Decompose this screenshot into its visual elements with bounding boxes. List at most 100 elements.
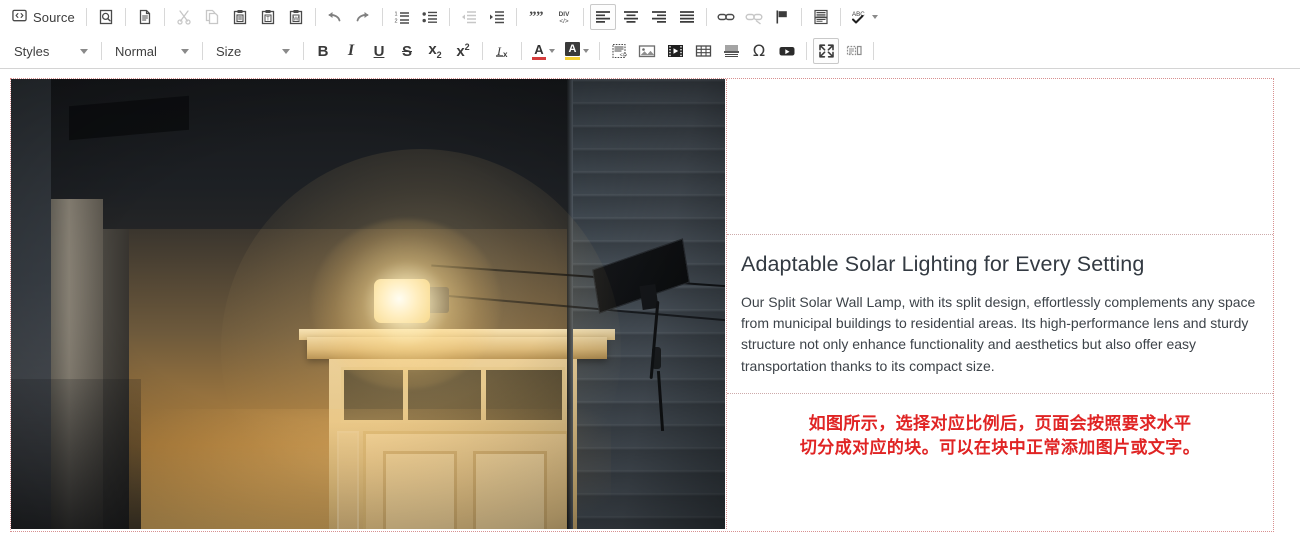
align-right-button[interactable]: [646, 4, 672, 30]
styles-dropdown[interactable]: Styles: [6, 38, 94, 64]
horizontal-rule-button[interactable]: [718, 38, 744, 64]
horizontal-rule-icon: [723, 43, 740, 59]
chevron-down-icon: [583, 49, 589, 53]
left-image-block[interactable]: [11, 79, 727, 529]
text-color-icon: A: [532, 43, 546, 60]
toolbar-separator: [101, 42, 102, 60]
unlink-icon: [745, 9, 763, 25]
page-break-icon: [813, 9, 829, 25]
quote-icon: ””: [528, 9, 544, 25]
numbered-list-icon: 12: [394, 9, 410, 25]
block-heading: Adaptable Solar Lighting for Every Setti…: [741, 252, 1145, 276]
toolbar-separator: [705, 8, 707, 26]
undo-button[interactable]: [322, 4, 348, 30]
strikethrough-button[interactable]: S: [394, 38, 420, 64]
toolbar-separator: [515, 8, 517, 26]
anchor-button[interactable]: [769, 4, 795, 30]
subscript-button[interactable]: x2: [422, 38, 448, 64]
underline-button[interactable]: U: [366, 38, 392, 64]
justify-button[interactable]: [674, 4, 700, 30]
copy-button[interactable]: [199, 4, 225, 30]
svg-text:DIV: DIV: [558, 11, 569, 18]
editor-content-area[interactable]: Adaptable Solar Lighting for Every Setti…: [0, 69, 1300, 548]
bulleted-list-button[interactable]: [417, 4, 443, 30]
red-note-line-1: 如图所示，选择对应比例后，页面会按照要求水平: [808, 413, 1192, 433]
insert-image-button[interactable]: [634, 38, 660, 64]
svg-text:”: ”: [536, 9, 544, 25]
right-text-column[interactable]: Adaptable Solar Lighting for Every Setti…: [727, 79, 1273, 531]
red-note-block[interactable]: 如图所示，选择对应比例后，页面会按照要求水平 切分成对应的块。可以在块中正常添加…: [727, 394, 1273, 531]
copy-icon: [204, 9, 220, 25]
chevron-down-icon: [181, 48, 189, 54]
editor-toolbar: Source T W 1 2 ” ” DIV </> ABC Styles No…: [0, 0, 1300, 69]
format-dropdown[interactable]: Normal: [107, 38, 195, 64]
blockquote-button[interactable]: ””: [523, 4, 549, 30]
insert-youtube-button[interactable]: [774, 38, 800, 64]
toolbar-separator: [800, 8, 802, 26]
unlink-button[interactable]: [741, 4, 767, 30]
insert-flash-button[interactable]: [662, 38, 688, 64]
source-button[interactable]: Source: [7, 4, 80, 30]
code-snippet-icon: </>: [611, 43, 627, 59]
red-note-line-2: 切分成对应的块。可以在块中正常添加图片或文字。: [799, 438, 1201, 458]
align-left-button[interactable]: [589, 4, 616, 30]
create-div-button[interactable]: DIV </>: [551, 4, 577, 30]
remove-format-icon: Ix: [494, 43, 511, 59]
toolbar-separator: [381, 8, 383, 26]
toolbar-separator: [521, 42, 522, 60]
paste-from-word-button[interactable]: W: [283, 4, 309, 30]
svg-text:T: T: [266, 16, 270, 22]
source-button-label: Source: [33, 9, 75, 25]
toolbar-row-1: Source T W 1 2 ” ” DIV </> ABC: [0, 0, 1300, 34]
indent-icon: [489, 9, 505, 25]
italic-button[interactable]: I: [338, 38, 364, 64]
background-color-button[interactable]: A: [561, 38, 593, 64]
toolbar-separator: [839, 8, 841, 26]
preview-button[interactable]: [93, 4, 119, 30]
block-paragraph: Our Split Solar Wall Lamp, with its spli…: [741, 293, 1256, 374]
empty-block[interactable]: [727, 79, 1273, 235]
templates-button[interactable]: [132, 4, 158, 30]
toolbar-separator: [873, 42, 874, 60]
toolbar-separator: [85, 8, 87, 26]
page-break-button[interactable]: [808, 4, 834, 30]
text-block[interactable]: Adaptable Solar Lighting for Every Setti…: [727, 235, 1273, 394]
cut-button[interactable]: [171, 4, 197, 30]
remove-format-button[interactable]: Ix: [489, 38, 515, 64]
paste-as-text-button[interactable]: T: [255, 4, 281, 30]
paste-button[interactable]: [227, 4, 253, 30]
link-icon: [717, 9, 735, 25]
toolbar-separator: [202, 42, 203, 60]
align-right-icon: [651, 9, 667, 25]
table-icon: [695, 43, 712, 59]
superscript-icon: x2: [456, 42, 470, 60]
redo-button[interactable]: [350, 4, 376, 30]
image-icon: [638, 43, 656, 59]
chevron-down-icon: [871, 15, 878, 19]
link-button[interactable]: [713, 4, 739, 30]
flag-icon: [774, 9, 790, 25]
special-character-button[interactable]: Ω: [746, 38, 772, 64]
decrease-indent-button[interactable]: [456, 4, 482, 30]
show-blocks-button[interactable]: [841, 38, 867, 64]
superscript-button[interactable]: x2: [450, 38, 476, 64]
align-justify-icon: [679, 9, 695, 25]
spellcheck-button[interactable]: ABC: [847, 4, 882, 30]
text-color-swatch: [532, 56, 546, 60]
solar-lamp-photo[interactable]: [11, 79, 725, 529]
numbered-list-button[interactable]: 12: [389, 4, 415, 30]
insert-table-button[interactable]: [690, 38, 716, 64]
align-center-button[interactable]: [618, 4, 644, 30]
templates-snippet-button[interactable]: </>: [606, 38, 632, 64]
toolbar-separator: [806, 42, 807, 60]
svg-text:x: x: [503, 50, 508, 59]
toolbar-separator: [599, 42, 600, 60]
format-dropdown-label: Normal: [115, 43, 157, 59]
toolbar-separator: [303, 42, 304, 60]
font-size-dropdown[interactable]: Size: [208, 38, 296, 64]
bold-button[interactable]: B: [310, 38, 336, 64]
maximize-button[interactable]: [813, 38, 839, 64]
increase-indent-button[interactable]: [484, 4, 510, 30]
text-color-button[interactable]: A: [528, 38, 559, 64]
italic-icon: I: [347, 42, 355, 59]
